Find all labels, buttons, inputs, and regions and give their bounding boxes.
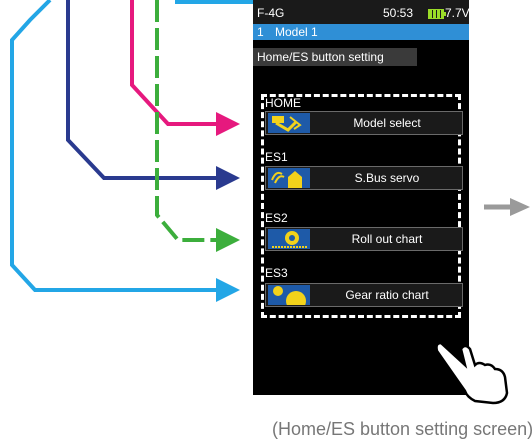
es1-button[interactable]: S.Bus servo (265, 166, 463, 190)
model-row[interactable]: 1 Model 1 (253, 24, 469, 40)
home-button[interactable]: Model select (265, 111, 463, 135)
model-select-icon (268, 113, 310, 133)
arrow-es3 (10, 0, 240, 302)
es2-label: ES2 (265, 211, 288, 225)
timer: 50:53 (383, 6, 414, 20)
sbus-servo-icon (268, 168, 310, 188)
es3-button[interactable]: Gear ratio chart (265, 283, 463, 307)
model-type: F-4G (257, 6, 285, 20)
arrow-next-head (510, 198, 530, 216)
roll-out-chart-icon (268, 229, 310, 249)
home-label: HOME (265, 96, 301, 110)
es3-label: ES3 (265, 266, 288, 280)
battery-icon (428, 9, 446, 19)
es1-button-label: S.Bus servo (354, 171, 420, 185)
es2-button[interactable]: Roll out chart (265, 227, 463, 251)
home-button-label: Model select (353, 116, 421, 130)
arrow-es2 (155, 0, 240, 252)
arrow-home (130, 0, 240, 136)
voltage: 7.7V (445, 6, 469, 20)
gear-ratio-chart-icon (268, 285, 310, 305)
pointing-hand-icon (435, 341, 509, 405)
model-name: Model 1 (275, 25, 318, 39)
es1-label: ES1 (265, 150, 288, 164)
screen-title: Home/ES button setting (253, 48, 417, 66)
status-bar: F-4G 50:53 7.7V (253, 0, 469, 24)
screen-caption: (Home/ES button setting screen) (272, 419, 532, 439)
es2-button-label: Roll out chart (351, 232, 423, 246)
arrow-es1 (66, 0, 240, 190)
model-number: 1 (257, 25, 264, 39)
es3-button-label: Gear ratio chart (345, 288, 429, 302)
